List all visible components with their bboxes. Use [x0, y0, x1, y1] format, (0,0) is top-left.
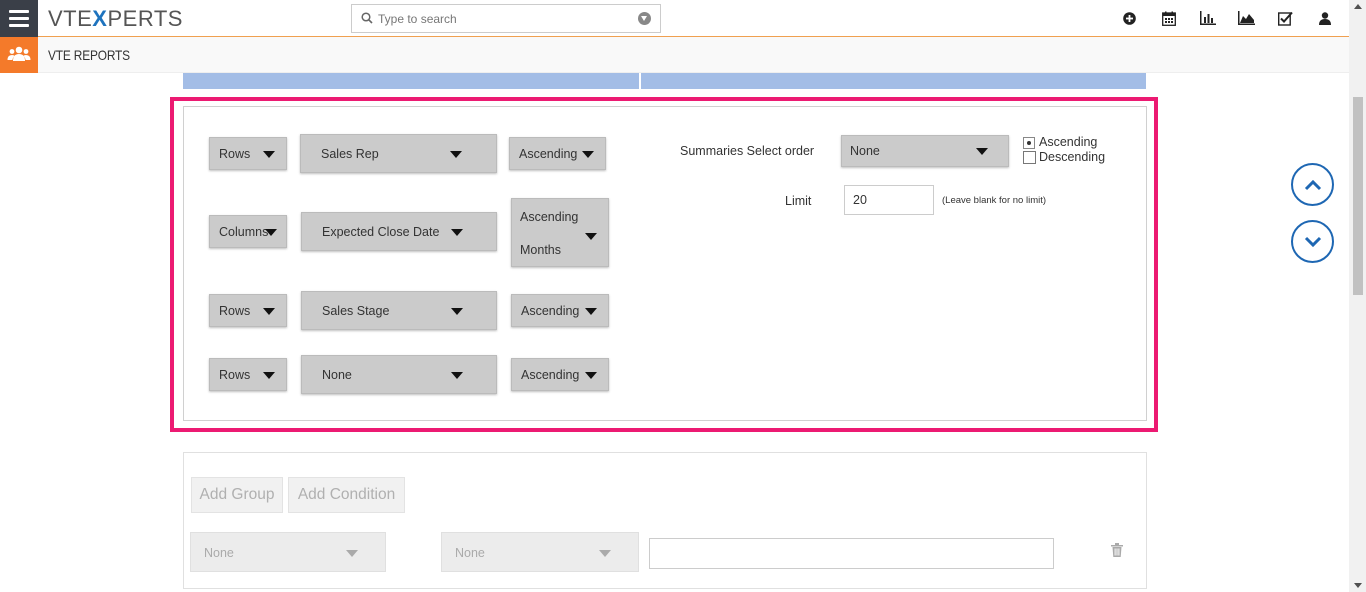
tasks-checkbox-icon[interactable]: [1277, 10, 1294, 26]
group-field-select-1[interactable]: Sales Rep: [300, 134, 497, 173]
reports-icon[interactable]: [1199, 10, 1216, 26]
search-input[interactable]: [378, 10, 628, 28]
module-title[interactable]: VTE REPORTS: [48, 47, 130, 63]
group-order-select-3[interactable]: Ascending: [511, 294, 609, 327]
caret-down-icon: [585, 233, 597, 240]
condition-value-input[interactable]: [649, 538, 1054, 569]
search-options-icon[interactable]: [638, 12, 651, 25]
group-field-select-3[interactable]: Sales Stage: [301, 291, 497, 330]
select-value: None: [455, 546, 485, 560]
group-field-select-2[interactable]: Expected Close Date: [301, 212, 497, 251]
chevron-up-icon: [1304, 179, 1321, 190]
logo-text-part: PERTS: [107, 6, 183, 31]
add-icon[interactable]: [1121, 10, 1138, 26]
select-value-extra: Months: [520, 243, 561, 257]
scroll-up-button[interactable]: [1291, 163, 1334, 206]
trash-icon[interactable]: [1111, 543, 1123, 557]
group-type-select-2[interactable]: Columns: [209, 215, 287, 248]
module-header: VTE REPORTS: [0, 37, 1349, 73]
select-value: Sales Stage: [322, 303, 390, 318]
caret-down-icon: [599, 550, 611, 557]
limit-note: (Leave blank for no limit): [942, 195, 1047, 206]
select-value: Rows: [219, 303, 251, 318]
add-condition-button[interactable]: Add Condition: [288, 477, 405, 513]
user-icon[interactable]: [1316, 10, 1333, 26]
select-value: None: [322, 367, 352, 382]
caret-down-icon: [582, 150, 594, 158]
group-order-select-2[interactable]: Ascending Months: [511, 198, 609, 267]
calendar-icon[interactable]: [1160, 10, 1177, 26]
limit-input[interactable]: 20: [844, 185, 934, 215]
group-type-select-3[interactable]: Rows: [209, 294, 287, 327]
ascending-label: Ascending: [1039, 135, 1098, 149]
select-value: Expected Close Date: [322, 224, 440, 239]
add-group-button[interactable]: Add Group: [191, 477, 283, 513]
caret-down-icon: [451, 228, 463, 236]
scrollbar-thumb[interactable]: [1353, 97, 1363, 295]
group-type-select-1[interactable]: Rows: [209, 137, 287, 170]
brand-logo[interactable]: VTEXPERTS: [48, 6, 183, 32]
caret-down-icon: [450, 150, 462, 158]
select-value: Rows: [219, 367, 251, 382]
limit-label: Limit: [785, 194, 812, 208]
logo-text-x: X: [92, 6, 108, 31]
chevron-down-icon: [1304, 236, 1321, 247]
select-value: Ascending: [520, 210, 579, 224]
condition-operator-select[interactable]: None: [441, 532, 639, 572]
caret-down-icon: [263, 150, 275, 158]
logo-text-part: VTE: [48, 6, 93, 31]
group-order-select-1[interactable]: Ascending: [509, 137, 606, 170]
search-icon: [361, 12, 373, 24]
select-value: Columns: [219, 224, 269, 239]
global-search: [351, 4, 661, 33]
scroll-down-arrow-icon[interactable]: [1354, 583, 1362, 588]
select-value: Ascending: [521, 303, 580, 318]
caret-down-icon: [585, 371, 597, 379]
select-value: Ascending: [519, 146, 578, 161]
caret-down-icon: [346, 550, 358, 557]
scroll-down-button[interactable]: [1291, 220, 1334, 263]
caret-down-icon: [265, 228, 277, 236]
select-value: Sales Rep: [321, 146, 379, 161]
page-scrollbar[interactable]: [1349, 0, 1366, 592]
chart-area-icon[interactable]: [1238, 10, 1255, 26]
caret-down-icon: [451, 371, 463, 379]
group-type-select-4[interactable]: Rows: [209, 358, 287, 391]
caret-down-icon: [976, 148, 988, 155]
caret-down-icon: [451, 307, 463, 315]
summaries-order-select[interactable]: None: [841, 135, 1009, 167]
group-field-select-4[interactable]: None: [301, 355, 497, 394]
caret-down-icon: [585, 307, 597, 315]
descending-label: Descending: [1039, 150, 1106, 164]
summaries-order-label: Summaries Select order: [680, 144, 815, 158]
scroll-up-arrow-icon[interactable]: [1354, 4, 1362, 9]
select-value: None: [204, 546, 234, 560]
select-value: Rows: [219, 146, 251, 161]
users-group-icon[interactable]: [0, 37, 38, 73]
caret-down-icon: [263, 371, 275, 379]
descending-checkbox[interactable]: [1023, 151, 1036, 164]
ascending-radio[interactable]: [1023, 137, 1035, 149]
top-navbar: VTEXPERTS: [0, 0, 1349, 37]
menu-icon[interactable]: [0, 0, 38, 37]
condition-field-select[interactable]: None: [190, 532, 386, 572]
group-order-select-4[interactable]: Ascending: [511, 358, 609, 391]
caret-down-icon: [263, 307, 275, 315]
report-steps-strip: [183, 73, 1146, 89]
select-value: Ascending: [521, 367, 580, 382]
select-value: None: [850, 144, 880, 158]
